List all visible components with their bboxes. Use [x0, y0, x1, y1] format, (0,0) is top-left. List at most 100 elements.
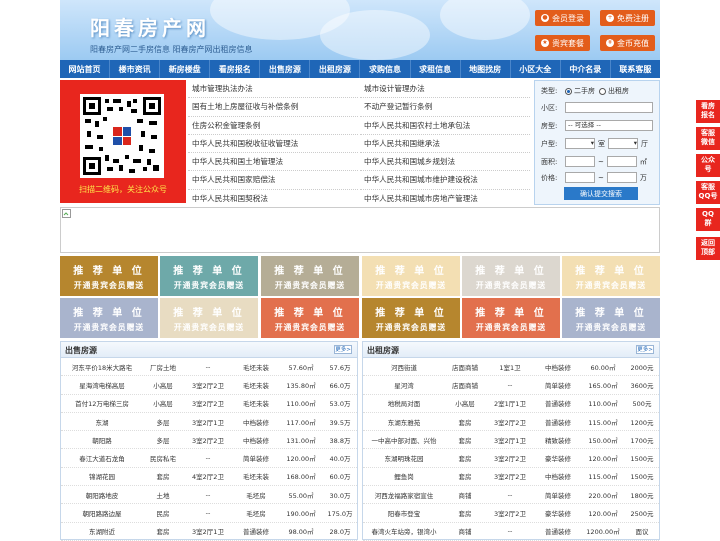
listing-location: 河西街道: [391, 363, 417, 372]
for-sale-title: 出售房源: [65, 346, 97, 355]
recommended-unit-ad[interactable]: 推 荐 单 位开通贵宾会员赠送: [462, 298, 560, 338]
listing-row[interactable]: 锦湖花园 套房 4室2厅2卫 毛坯未装 168.00㎡ 60.0万: [61, 468, 357, 487]
listing-row[interactable]: 阳春市登宝 套房 3室2厅2卫 豪华装修 120.00㎡ 2500元: [363, 504, 659, 523]
nav-communities[interactable]: 小区大全: [511, 60, 561, 78]
listing-row[interactable]: 东湖东雅苑 套房 3室2厅2卫 普通装修 115.00㎡ 1200元: [363, 413, 659, 432]
listing-row[interactable]: 一中高中部对面、兴怡 套房 3室2厅1卫 精致装修 150.00㎡ 1700元: [363, 431, 659, 450]
listing-area: 98.00㎡: [288, 528, 314, 537]
price-max-input[interactable]: [606, 172, 637, 183]
radio-secondhand[interactable]: [565, 87, 572, 95]
recommended-unit-ad[interactable]: 推 荐 单 位开通贵宾会员赠送: [160, 256, 258, 296]
law-link[interactable]: 中华人民共和国契税法: [188, 190, 358, 209]
community-input[interactable]: [565, 102, 653, 113]
listing-row[interactable]: 地税局对面 小高层 2室1厅1卫 普通装修 110.00㎡ 500元: [363, 395, 659, 413]
recommended-unit-ad[interactable]: 推 荐 单 位开通贵宾会员赠送: [462, 256, 560, 296]
law-link[interactable]: 中华人民共和国家赔偿法: [188, 171, 358, 190]
listing-row[interactable]: 河西龙福路家宿宣住 商铺 -- 简单装修 220.00㎡ 1800元: [363, 486, 659, 505]
listing-decoration: 普通装修: [545, 400, 571, 409]
law-link[interactable]: 中华人民共和国继承法: [360, 135, 530, 154]
for-sale-header: 出售房源 更多>: [61, 342, 357, 358]
nav-for-rent[interactable]: 出租房源: [310, 60, 361, 78]
law-link[interactable]: 国有土地上房屋征收与补偿条例: [188, 98, 358, 117]
recommended-unit-ad[interactable]: 推 荐 单 位开通贵宾会员赠送: [362, 256, 460, 296]
listing-row[interactable]: 东湖明珠花园 套房 3室2厅2卫 豪华装修 120.00㎡ 1500元: [363, 449, 659, 468]
listing-price: 1700元: [630, 436, 654, 445]
nav-want-rent[interactable]: 求租信息: [411, 60, 461, 78]
sidebar-viewing-signup[interactable]: 看房 报名: [696, 100, 720, 123]
sidebar-official-account[interactable]: 公众号: [696, 154, 720, 177]
listing-decoration: 毛坯房: [246, 510, 266, 519]
coin-recharge-button[interactable]: ¥ 金币充值: [600, 35, 655, 51]
recommended-unit-ad[interactable]: 推 荐 单 位开通贵宾会员赠送: [562, 256, 660, 296]
recommended-unit-ad[interactable]: 推 荐 单 位开通贵宾会员赠送: [160, 298, 258, 338]
recommended-unit-ad[interactable]: 推 荐 单 位开通贵宾会员赠送: [261, 298, 359, 338]
nav-home[interactable]: 网站首页: [60, 60, 111, 78]
nav-viewing-signup[interactable]: 看房报名: [210, 60, 261, 78]
recommended-unit-ad[interactable]: 推 荐 单 位开通贵宾会员赠送: [362, 298, 460, 338]
law-link[interactable]: 中华人民共和国城市维护建设税法: [360, 171, 530, 190]
listing-row[interactable]: 东湖附近 套房 3室2厅1卫 普通装修 98.00㎡ 28.0万: [61, 523, 357, 541]
ad-subtitle: 开通贵宾会员赠送: [475, 281, 547, 290]
listing-decoration: 毛坯房: [246, 491, 266, 500]
sidebar-back-to-top[interactable]: 返回 顶部: [696, 237, 720, 260]
area-max-input[interactable]: [606, 156, 637, 167]
listing-price: 1500元: [630, 455, 654, 464]
law-link[interactable]: 中华人民共和国土地管理法: [188, 153, 358, 172]
free-register-button[interactable]: + 免费注册: [600, 10, 655, 26]
sidebar-service-wechat[interactable]: 客服 微信: [696, 127, 720, 150]
nav-for-sale[interactable]: 出售房源: [260, 60, 311, 78]
nav-want-buy[interactable]: 求购信息: [360, 60, 411, 78]
listing-price: 2000元: [630, 363, 654, 372]
listing-row[interactable]: 星河湾 店面商铺 -- 简单装修 165.00㎡ 3600元: [363, 376, 659, 395]
law-link[interactable]: 不动产登记暂行条例: [360, 98, 530, 117]
recommended-unit-ad[interactable]: 推 荐 单 位开通贵宾会员赠送: [60, 256, 158, 296]
price-min-input[interactable]: [565, 172, 595, 183]
nav-news[interactable]: 楼市资讯: [110, 60, 161, 78]
sidebar-qq-group[interactable]: QQ 群: [696, 208, 720, 231]
radio-rental[interactable]: [599, 87, 606, 95]
listing-row[interactable]: 春江大道石龙角 民房私宅 -- 简单装修 120.00㎡ 40.0万: [61, 449, 357, 468]
listing-row[interactable]: 河东平价18米大路宅 厂房土地 -- 毛坯未装 57.60㎡ 57.6万: [61, 358, 357, 377]
listing-row[interactable]: 东湖 多层 3室2厅1卫 中档装修 117.00㎡ 39.5万: [61, 413, 357, 432]
listing-layout: 2室1厅1卫: [494, 400, 526, 409]
listing-row[interactable]: 星海湾电梯高层 小高层 3室2厅2卫 毛坯未装 135.80㎡ 66.0万: [61, 376, 357, 395]
listing-row[interactable]: 河西街道 店面商铺 1室1卫 中档装修 60.00㎡ 2000元: [363, 358, 659, 377]
nav-map-search[interactable]: 地图找房: [461, 60, 511, 78]
area-min-input[interactable]: [565, 156, 595, 167]
law-link[interactable]: 中华人民共和国城乡规划法: [360, 153, 530, 172]
listing-row[interactable]: 朝阳路地皮 土地 -- 毛坯房 55.00㎡ 30.0万: [61, 486, 357, 505]
member-login-button[interactable]: ● 会员登录: [535, 10, 590, 26]
vip-package-button[interactable]: ★ 贵宾套餐: [535, 35, 590, 51]
listing-row[interactable]: 首付12万电梯三房 小高层 3室2厅2卫 毛坯未装 110.00㎡ 53.0万: [61, 395, 357, 413]
listing-row[interactable]: 鲤鱼岗 套房 3室2厅2卫 中档装修 115.00㎡ 1500元: [363, 468, 659, 487]
listing-row[interactable]: 春湾火车站旁，银湾小 商铺 -- 普通装修 1200.00㎡ 面议: [363, 523, 659, 541]
listing-location: 东湖: [95, 418, 109, 427]
listing-row[interactable]: 朝阳路 多层 3室2厅2卫 中档装修 131.00㎡ 38.8万: [61, 431, 357, 450]
site-logo-title[interactable]: 阳春房产网: [90, 12, 210, 41]
search-submit-button[interactable]: 确认提交搜索: [564, 187, 638, 200]
house-type-select[interactable]: -- 可选择 --: [565, 120, 653, 131]
for-sale-more-button[interactable]: 更多>: [334, 345, 352, 354]
law-link[interactable]: 城市设计管理办法: [360, 80, 530, 99]
recommended-unit-ad[interactable]: 推 荐 单 位开通贵宾会员赠送: [562, 298, 660, 338]
room-select[interactable]: ▾: [565, 138, 595, 149]
law-link[interactable]: 中华人民共和国税收征收管理法: [188, 135, 358, 154]
nav-agents[interactable]: 中介名录: [561, 60, 611, 78]
nav-contact[interactable]: 联系客服: [611, 60, 660, 78]
law-link[interactable]: 中华人民共和国农村土地承包法: [360, 117, 530, 135]
listing-type: 套房: [458, 418, 472, 427]
law-link[interactable]: 住房公积金管理条例: [188, 117, 358, 135]
listing-row[interactable]: 朝阳路路边屋 民房 -- 毛坯房 190.00㎡ 175.0万: [61, 504, 357, 523]
law-link[interactable]: 城市管理执法办法: [188, 80, 358, 99]
hall-select[interactable]: ▾: [608, 138, 638, 149]
law-link[interactable]: 中华人民共和国城市房地产管理法: [360, 190, 530, 209]
listing-decoration: 普通装修: [545, 418, 571, 427]
for-sale-panel: 出售房源 更多> 河东平价18米大路宅 厂房土地 -- 毛坯未装 57.60㎡ 57.6万…: [60, 341, 358, 541]
recommended-unit-ad[interactable]: 推 荐 单 位开通贵宾会员赠送: [261, 256, 359, 296]
for-rent-more-button[interactable]: 更多>: [636, 345, 654, 354]
ad-title: 推 荐 单 位: [375, 266, 447, 277]
banner-image[interactable]: [60, 207, 660, 253]
nav-new-homes[interactable]: 新房楼盘: [160, 60, 211, 78]
recommended-unit-ad[interactable]: 推 荐 单 位开通贵宾会员赠送: [60, 298, 158, 338]
sidebar-service-qq[interactable]: 客服 QQ号: [696, 181, 720, 204]
